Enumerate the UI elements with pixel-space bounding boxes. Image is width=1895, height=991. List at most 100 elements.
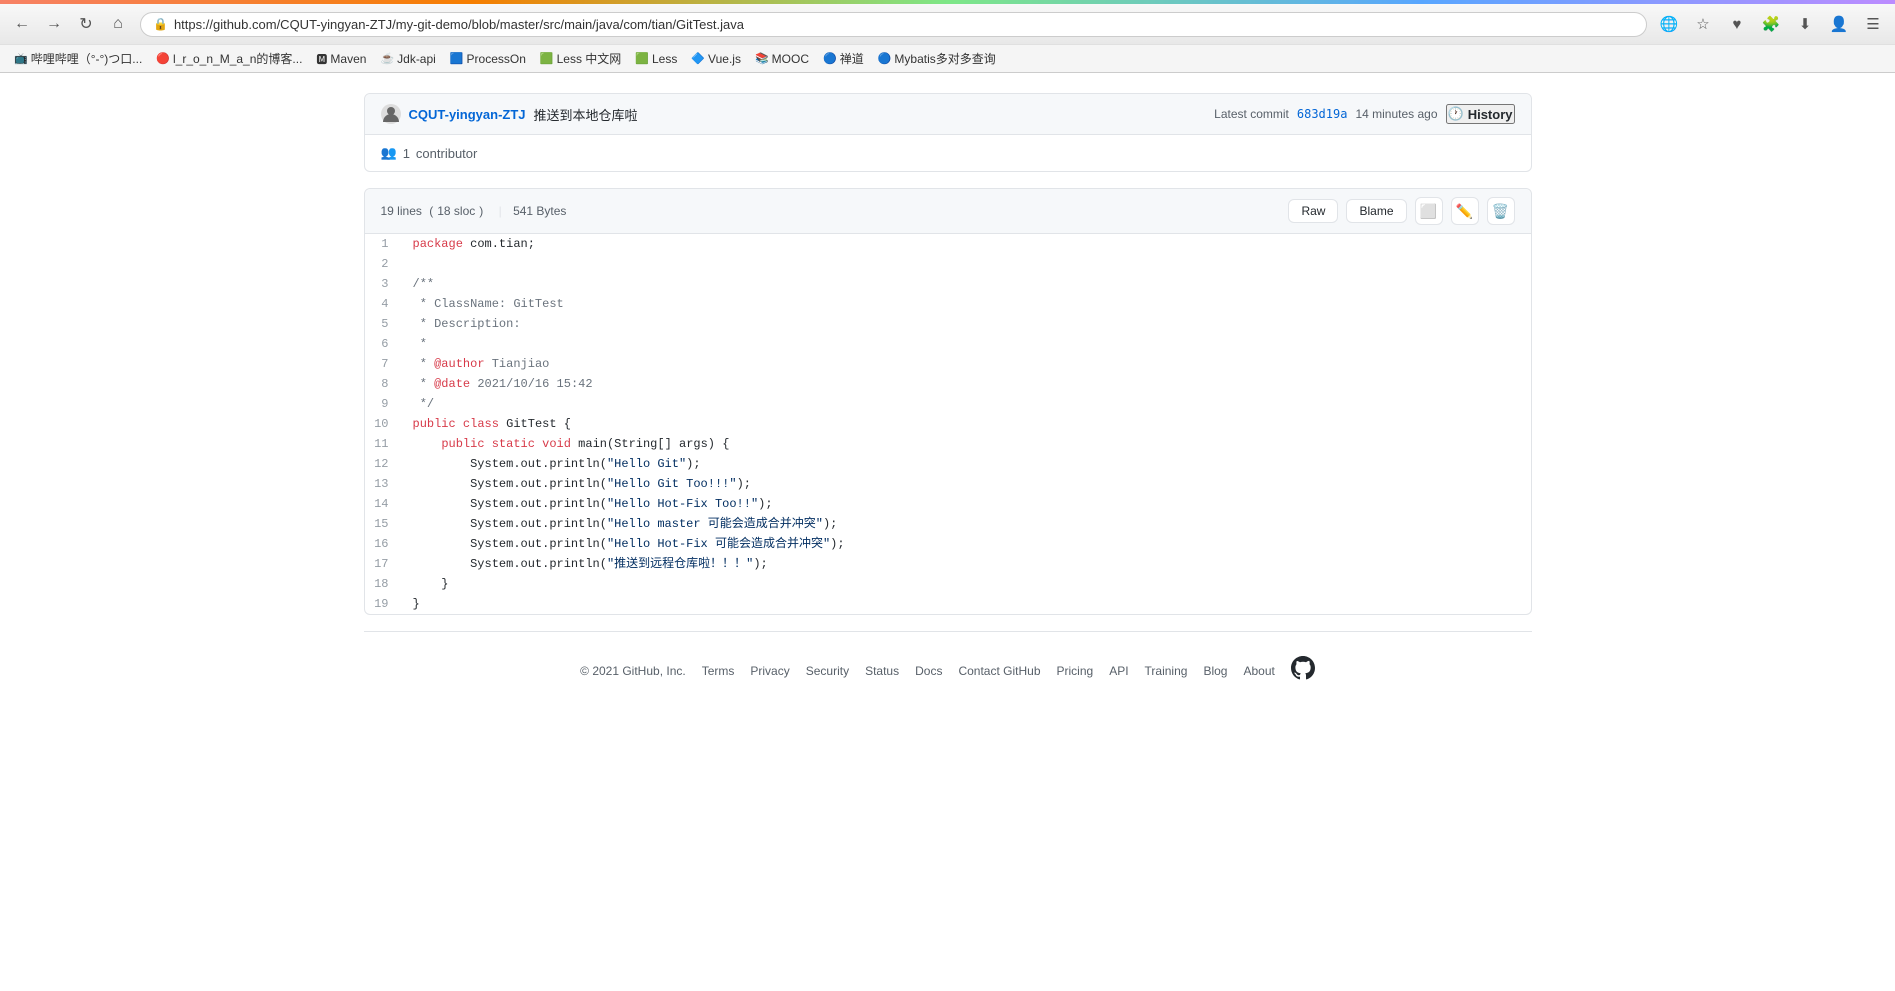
footer-links: Terms Privacy Security Status Docs Contact Gi…: [702, 664, 1275, 678]
line-number: 16: [365, 534, 405, 554]
avatar: [381, 104, 401, 124]
code-viewer: 19 lines (18 sloc) | 541 Bytes Raw Blame…: [364, 188, 1532, 615]
bookmark-maven[interactable]: 🅼 Maven: [310, 49, 372, 69]
line-number: 1: [365, 234, 405, 254]
home-button[interactable]: ⌂: [104, 10, 132, 38]
bookmark-zentao[interactable]: 🔵 禅道: [817, 48, 870, 69]
line-code: System.out.println("Hello Hot-Fix Too!!"…: [405, 494, 1531, 514]
forward-button[interactable]: →: [40, 10, 68, 38]
line-code: * Description:: [405, 314, 1531, 334]
line-number: 11: [365, 434, 405, 454]
line-number: 6: [365, 334, 405, 354]
bookmark-less[interactable]: 🟩 Less: [629, 50, 683, 68]
bookmark-star-button[interactable]: ☆: [1689, 10, 1717, 38]
delete-icon[interactable]: 🗑️: [1487, 197, 1515, 225]
table-row: 9 */: [365, 394, 1531, 414]
history-label: History: [1468, 107, 1513, 122]
commit-info-right: Latest commit 683d19a 14 minutes ago 🕐 H…: [1214, 104, 1514, 124]
line-number: 12: [365, 454, 405, 474]
bookmark-label: MOOC: [772, 52, 809, 66]
footer-link-status[interactable]: Status: [865, 664, 899, 678]
back-button[interactable]: ←: [8, 10, 36, 38]
footer-link-api[interactable]: API: [1109, 664, 1128, 678]
bookmark-icon: 🟩: [635, 52, 649, 65]
code-sloc-paren-close: ): [479, 204, 483, 218]
code-action-buttons: Raw Blame ⬜ ✏️ 🗑️: [1288, 197, 1514, 225]
meta-separator: |: [499, 204, 502, 218]
line-code: * @author Tianjiao: [405, 354, 1531, 374]
line-number: 13: [365, 474, 405, 494]
table-row: 19}: [365, 594, 1531, 614]
footer-link-about[interactable]: About: [1243, 664, 1274, 678]
line-code: public class GitTest {: [405, 414, 1531, 434]
page-content: CQUT-yingyan-ZTJ 推送到本地仓库啦 Latest commit …: [348, 73, 1548, 730]
line-code: System.out.println("Hello Git");: [405, 454, 1531, 474]
profile-button[interactable]: 👤: [1825, 10, 1853, 38]
menu-button[interactable]: ☰: [1859, 10, 1887, 38]
footer-link-security[interactable]: Security: [806, 664, 849, 678]
browser-chrome: ← → ↻ ⌂ 🔒 🌐 ☆ ♥ 🧩 ⬇ 👤 ☰ 📺 哔哩哔哩（°-°)つ口...…: [0, 4, 1895, 73]
bookmark-blog[interactable]: 🔴 l_r_o_n_M_a_n的博客...: [150, 48, 308, 69]
line-code: System.out.println("推送到远程仓库啦！！！");: [405, 554, 1531, 574]
line-code: System.out.println("Hello master 可能会造成合并…: [405, 514, 1531, 534]
footer-link-pricing[interactable]: Pricing: [1057, 664, 1094, 678]
table-row: 1package com.tian;: [365, 234, 1531, 254]
line-code: */: [405, 394, 1531, 414]
line-number: 14: [365, 494, 405, 514]
history-button[interactable]: 🕐 History: [1446, 104, 1515, 124]
commit-username[interactable]: CQUT-yingyan-ZTJ: [409, 107, 526, 122]
bookmark-less-cn[interactable]: 🟩 Less 中文网: [534, 48, 627, 69]
translate-button[interactable]: 🌐: [1655, 10, 1683, 38]
bookmark-mooc[interactable]: 📚 MOOC: [749, 50, 815, 68]
line-code: public static void main(String[] args) {: [405, 434, 1531, 454]
copyright: © 2021 GitHub, Inc.: [580, 664, 686, 678]
table-row: 4 * ClassName: GitTest: [365, 294, 1531, 314]
table-row: 5 * Description:: [365, 314, 1531, 334]
bookmarks-bar: 📺 哔哩哔哩（°-°)つ口... 🔴 l_r_o_n_M_a_n的博客... 🅼…: [0, 44, 1895, 72]
download-button[interactable]: ⬇: [1791, 10, 1819, 38]
raw-button[interactable]: Raw: [1288, 199, 1338, 223]
line-number: 4: [365, 294, 405, 314]
footer-link-docs[interactable]: Docs: [915, 664, 942, 678]
contributor-icon: 👥: [381, 145, 397, 161]
table-row: 10public class GitTest {: [365, 414, 1531, 434]
code-sloc: 18 sloc: [437, 204, 475, 218]
nav-buttons: ← → ↻ ⌂: [8, 10, 132, 38]
address-bar[interactable]: [174, 17, 1634, 32]
footer-link-training[interactable]: Training: [1145, 664, 1188, 678]
code-header: 19 lines (18 sloc) | 541 Bytes Raw Blame…: [365, 189, 1531, 234]
desktop-icon[interactable]: ⬜: [1415, 197, 1443, 225]
line-number: 7: [365, 354, 405, 374]
footer-link-contact github[interactable]: Contact GitHub: [958, 664, 1040, 678]
line-number: 3: [365, 274, 405, 294]
latest-commit-label: Latest commit: [1214, 107, 1289, 121]
extensions-button[interactable]: 🧩: [1757, 10, 1785, 38]
browser-toolbar: ← → ↻ ⌂ 🔒 🌐 ☆ ♥ 🧩 ⬇ 👤 ☰: [0, 4, 1895, 44]
footer-link-privacy[interactable]: Privacy: [750, 664, 789, 678]
footer-link-terms[interactable]: Terms: [702, 664, 735, 678]
footer-link-blog[interactable]: Blog: [1203, 664, 1227, 678]
browser-action-buttons: 🌐 ☆ ♥ 🧩 ⬇ 👤 ☰: [1655, 10, 1887, 38]
commit-hash[interactable]: 683d19a: [1297, 107, 1348, 121]
bookmark-label: Less 中文网: [557, 50, 622, 67]
edit-icon[interactable]: ✏️: [1451, 197, 1479, 225]
table-row: 15 System.out.println("Hello master 可能会造…: [365, 514, 1531, 534]
code-lines: 19 lines: [381, 204, 422, 218]
bookmark-label: Less: [652, 52, 677, 66]
bookmark-icon: 🔵: [878, 52, 892, 65]
code-size: 541 Bytes: [513, 204, 566, 218]
contributor-bar: 👥 1 contributor: [365, 135, 1531, 171]
bookmark-mybatis[interactable]: 🔵 Mybatis多对多查询: [872, 48, 1002, 69]
bookmark-vuejs[interactable]: 🔷 Vue.js: [685, 50, 747, 68]
bookmark-bilibili[interactable]: 📺 哔哩哔哩（°-°)つ口...: [8, 48, 148, 69]
github-logo: [1291, 656, 1315, 686]
pocket-button[interactable]: ♥: [1723, 10, 1751, 38]
blame-button[interactable]: Blame: [1346, 199, 1406, 223]
line-code: * @date 2021/10/16 15:42: [405, 374, 1531, 394]
bookmark-jdk[interactable]: ☕ Jdk-api: [374, 50, 441, 68]
line-number: 10: [365, 414, 405, 434]
bookmark-processon[interactable]: 🟦 ProcessOn: [444, 50, 532, 68]
code-meta: 19 lines (18 sloc) | 541 Bytes: [381, 204, 571, 218]
table-row: 7 * @author Tianjiao: [365, 354, 1531, 374]
refresh-button[interactable]: ↻: [72, 10, 100, 38]
